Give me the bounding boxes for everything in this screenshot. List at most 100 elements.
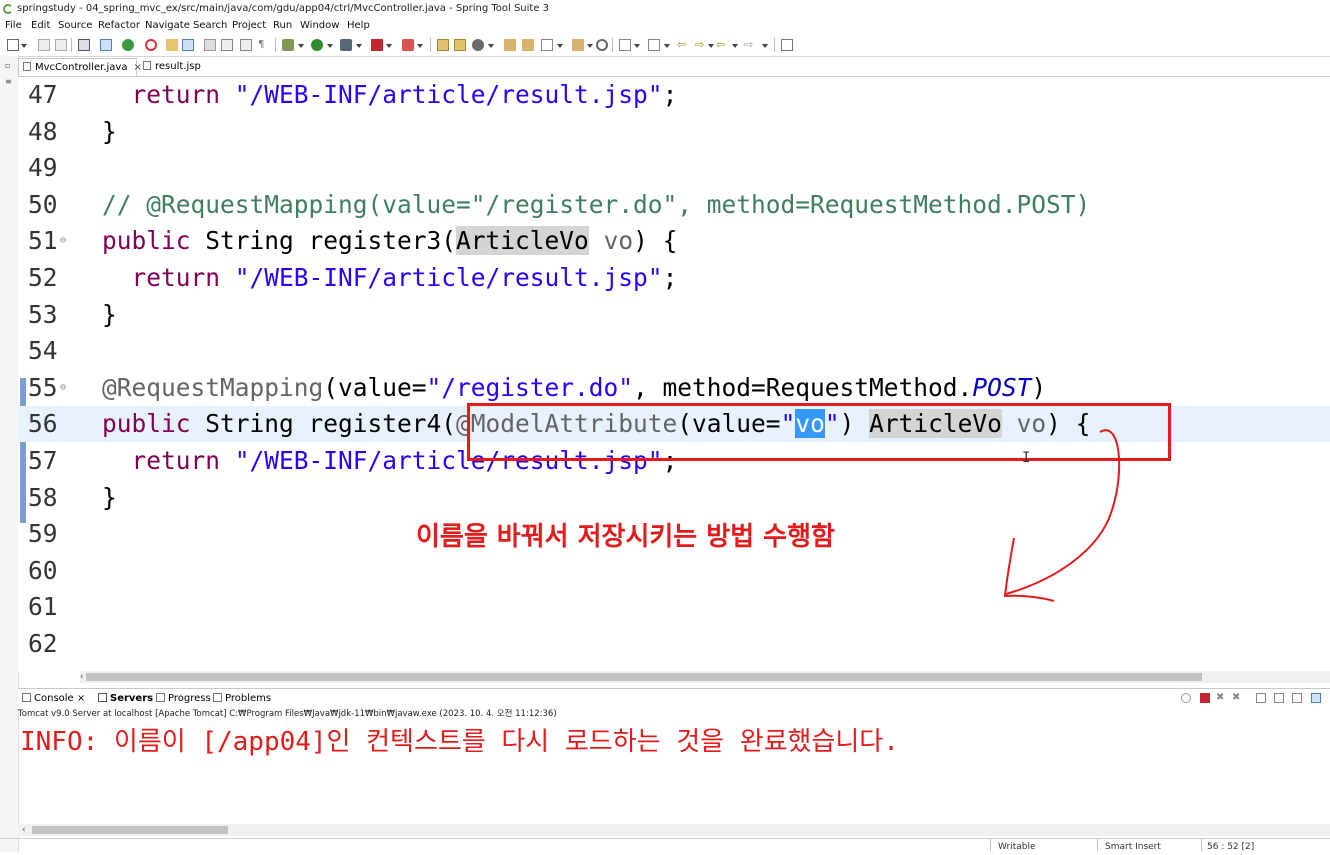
new-dropdown-icon[interactable]	[21, 44, 27, 48]
code-line[interactable]: 50 // @RequestMapping(value="/register.do…	[18, 187, 1330, 223]
forward-dropdown-icon[interactable]	[762, 44, 768, 48]
code-line[interactable]: 60	[18, 553, 1330, 589]
scroll-left-icon[interactable]: ‹	[22, 824, 26, 836]
open-console-icon[interactable]	[1311, 693, 1321, 703]
menu-file[interactable]: File	[5, 18, 22, 34]
back-icon[interactable]: ⇦	[716, 39, 728, 51]
terminate-icon[interactable]	[1200, 693, 1210, 703]
pointer-icon[interactable]	[100, 39, 112, 51]
code-line[interactable]: 53}	[18, 297, 1330, 333]
menu-search[interactable]: Search	[193, 18, 227, 34]
key-icon[interactable]	[166, 39, 178, 51]
restore-icon[interactable]: ▫	[5, 62, 13, 70]
previous-annotation-dropdown-icon[interactable]	[664, 44, 670, 48]
scroll-lock-icon[interactable]	[1256, 693, 1266, 703]
last-edit-icon[interactable]: ⇦	[677, 39, 689, 51]
previous-annotation-icon[interactable]	[648, 39, 660, 51]
remove-launch-icon[interactable]	[1181, 693, 1191, 703]
menu-navigate[interactable]: Navigate	[145, 18, 190, 34]
code-line[interactable]: 58}	[18, 480, 1330, 516]
save-icon[interactable]	[38, 39, 50, 51]
web-browser-icon[interactable]	[472, 39, 484, 51]
forward-icon[interactable]: ⇨	[744, 39, 756, 51]
next-annotation-dropdown-icon[interactable]	[634, 44, 640, 48]
clear-console-icon[interactable]: ✖	[1232, 693, 1242, 703]
console-output[interactable]: INFO: 이름이 [/app04]인 컨텍스트를 다시 로드하는 것을 완료했…	[20, 722, 1320, 762]
code-line[interactable]: 55 ⊖ @RequestMapping(value="/register.do",…	[18, 370, 1330, 406]
external-tools-icon[interactable]	[340, 39, 352, 51]
tab-servers[interactable]: Servers	[98, 689, 153, 709]
server-dropdown-icon[interactable]	[417, 44, 423, 48]
code-token: ) {	[633, 226, 678, 256]
new-icon[interactable]	[7, 39, 19, 51]
menu-source[interactable]: Source	[58, 18, 92, 34]
block-select-icon[interactable]	[221, 39, 233, 51]
scroll-left-icon[interactable]: ‹	[80, 671, 84, 683]
code-line[interactable]: 54	[18, 333, 1330, 369]
scrollbar-thumb[interactable]	[32, 826, 228, 834]
external-tools-dropdown-icon[interactable]	[356, 44, 362, 48]
whitespace-icon[interactable]	[240, 39, 252, 51]
last-edit-dropdown-icon[interactable]	[708, 44, 714, 48]
menu-run[interactable]: Run	[273, 18, 292, 34]
last-edit-forward-icon[interactable]: ⇨	[695, 39, 707, 51]
menu-edit[interactable]: Edit	[31, 18, 50, 34]
edit-icon[interactable]	[541, 39, 553, 51]
toggle-icon[interactable]	[204, 39, 216, 51]
pin-console-icon[interactable]	[1292, 693, 1302, 703]
tab-result-jsp[interactable]: result.jsp	[139, 58, 209, 76]
open-task-icon[interactable]	[454, 39, 466, 51]
code-line[interactable]: 48}	[18, 114, 1330, 150]
stop-dropdown-icon[interactable]	[386, 44, 392, 48]
package-icon[interactable]	[572, 39, 584, 51]
pin-editor-icon[interactable]	[781, 39, 793, 51]
browser-dropdown-icon[interactable]	[488, 44, 494, 48]
package-dropdown-icon[interactable]	[587, 44, 593, 48]
terminal-icon[interactable]	[78, 39, 90, 51]
code-line[interactable]: 49	[18, 150, 1330, 186]
code-line[interactable]: 62	[18, 626, 1330, 662]
word-wrap-icon[interactable]	[1274, 693, 1284, 703]
menu-window[interactable]: Window	[300, 18, 339, 34]
console-horizontal-scrollbar[interactable]: ‹	[18, 824, 1330, 836]
debug-dropdown-icon[interactable]	[298, 44, 304, 48]
save-all-icon[interactable]	[55, 39, 67, 51]
console-icon	[22, 693, 31, 702]
server-icon[interactable]	[402, 39, 414, 51]
tab-console[interactable]: Console ×	[22, 689, 85, 709]
highlight-icon[interactable]	[182, 39, 194, 51]
run-dropdown-icon[interactable]	[327, 44, 333, 48]
debug-icon[interactable]	[282, 39, 294, 51]
tab-progress[interactable]: Progress	[156, 689, 211, 709]
stop-server-icon[interactable]	[371, 39, 383, 51]
code-editor[interactable]: 47 return "/WEB-INF/article/result.jsp";…	[18, 77, 1330, 672]
tab-problems[interactable]: Problems	[213, 689, 271, 709]
pilcrow-icon[interactable]: ¶	[258, 39, 270, 51]
fold-toggle-icon[interactable]: ⊖	[60, 223, 66, 259]
refresh-icon[interactable]	[145, 39, 157, 51]
fold-toggle-icon[interactable]: ⊖	[60, 370, 66, 406]
folder-icon[interactable]	[504, 39, 516, 51]
code-line[interactable]: 52 return "/WEB-INF/article/result.jsp";	[18, 260, 1330, 296]
open-folder-icon[interactable]	[522, 39, 534, 51]
package-explorer-icon[interactable]: ≡	[5, 78, 13, 86]
tab-mvccontroller-java[interactable]: MvcController.java ×	[18, 58, 142, 76]
editor-horizontal-scrollbar[interactable]: ‹	[80, 671, 1330, 683]
menu-project[interactable]: Project	[232, 18, 266, 34]
edit-dropdown-icon[interactable]	[557, 44, 563, 48]
run-icon[interactable]	[311, 39, 323, 51]
code-line[interactable]: 61	[18, 589, 1330, 625]
menu-refactor[interactable]: Refactor	[98, 18, 140, 34]
code-line[interactable]: 51 ⊖ public String register3(ArticleVo vo)…	[18, 223, 1330, 259]
globe-icon[interactable]	[596, 39, 608, 51]
spring-boot-icon[interactable]	[122, 39, 134, 51]
back-dropdown-icon[interactable]	[732, 44, 738, 48]
remove-all-icon[interactable]: ✖	[1216, 693, 1226, 703]
scrollbar-thumb[interactable]	[86, 673, 1202, 681]
menu-help[interactable]: Help	[347, 18, 370, 34]
open-type-icon[interactable]	[437, 39, 449, 51]
close-icon[interactable]: ×	[77, 693, 85, 704]
next-annotation-icon[interactable]	[619, 39, 631, 51]
code-line[interactable]: 47 return "/WEB-INF/article/result.jsp";	[18, 77, 1330, 113]
